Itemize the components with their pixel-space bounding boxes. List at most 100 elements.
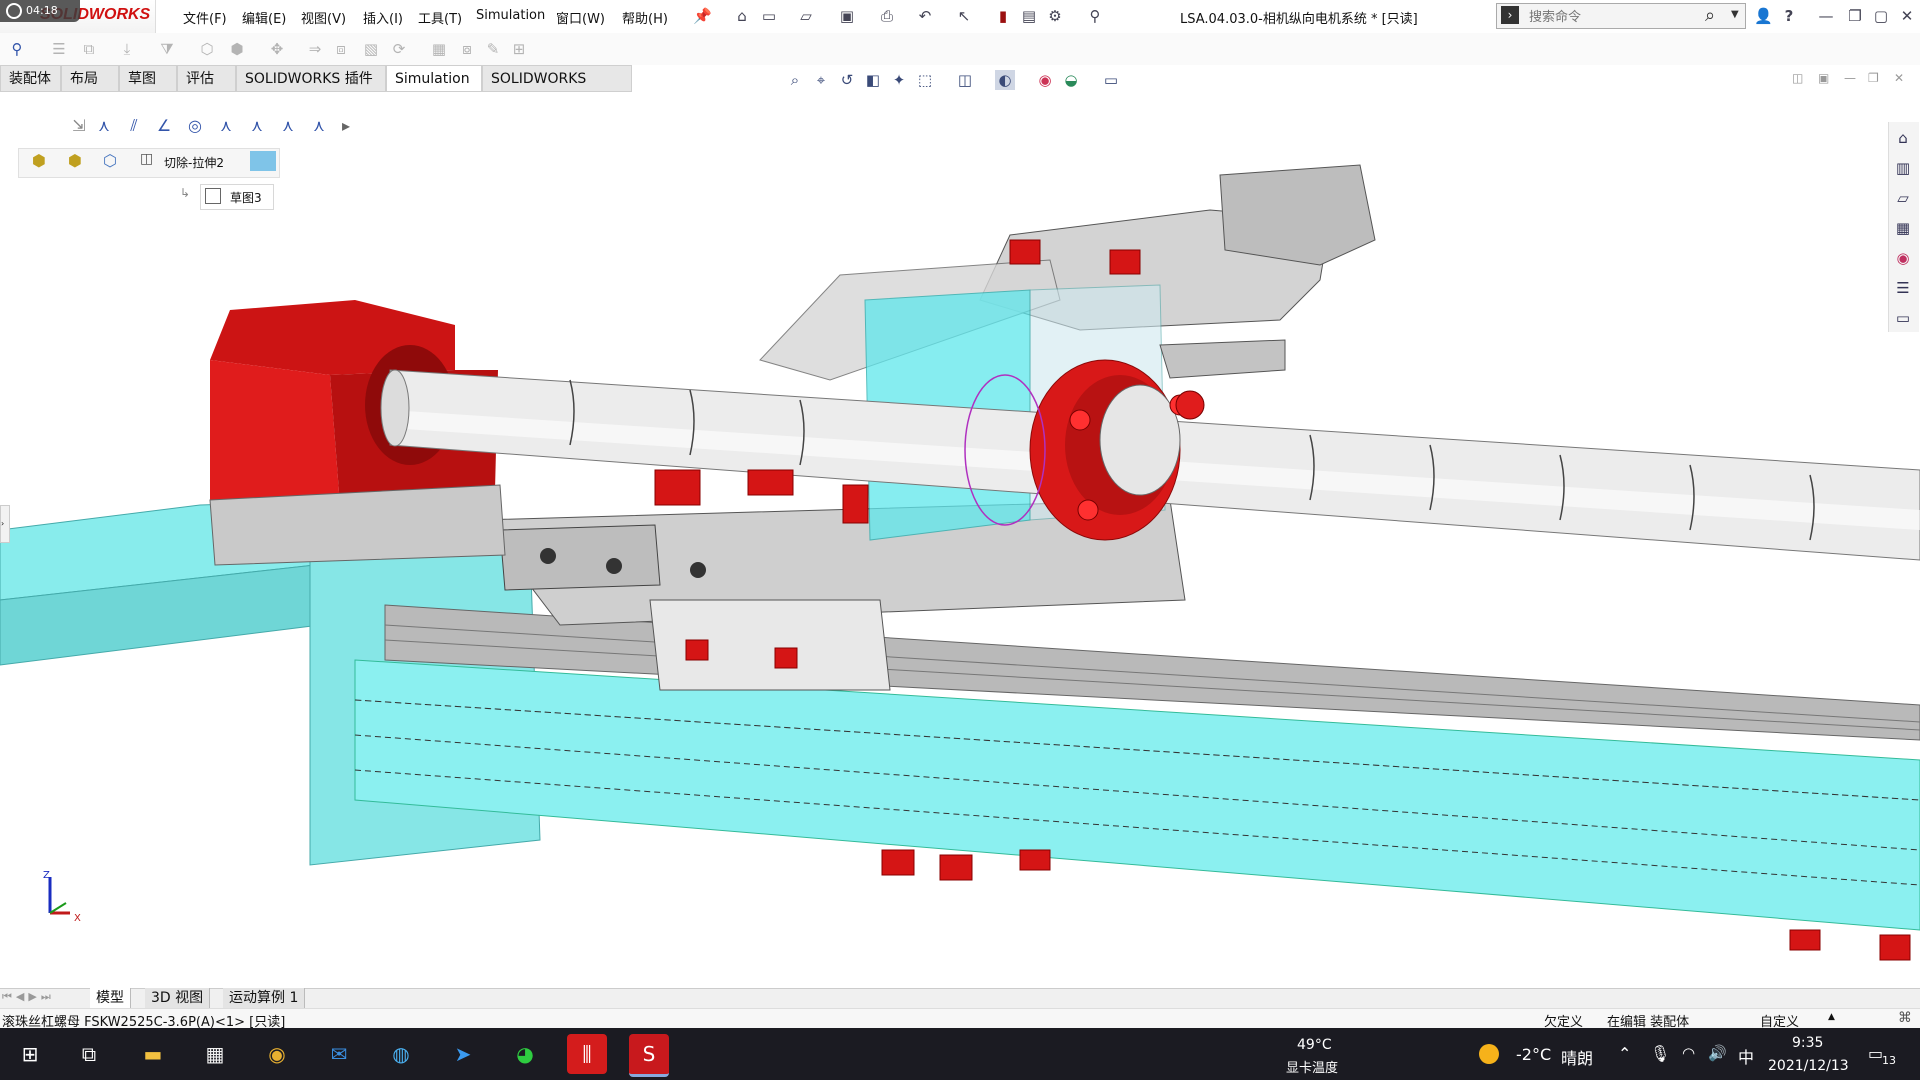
minimize-icon[interactable]: — — [1817, 7, 1835, 25]
menu-view[interactable]: 视图(V) — [301, 8, 346, 27]
user-icon[interactable]: 👤 — [1754, 7, 1773, 25]
start-icon[interactable]: ⊞ — [10, 1034, 50, 1074]
tab-3d-view[interactable]: 3D 视图 — [145, 988, 211, 1008]
rebuild-icon[interactable]: ▮ — [994, 7, 1012, 25]
tags-icon[interactable]: ⌘ — [1898, 1010, 1912, 1026]
layout-icon[interactable]: ⧈ — [332, 40, 350, 58]
doc-minimize-icon[interactable]: — — [1844, 71, 1856, 85]
view-palette-icon[interactable]: ▦ — [1893, 218, 1913, 238]
menu-window[interactable]: 窗口(W) — [556, 8, 605, 27]
restore-icon[interactable]: ❐ — [1846, 7, 1864, 25]
command-search[interactable]: › ⌕ ▼ — [1496, 3, 1746, 29]
tab-solidworks-addins[interactable]: SOLIDWORKS 插件 — [236, 65, 386, 92]
smart-select-icon[interactable]: ⚲ — [8, 40, 26, 58]
view-settings-icon[interactable]: ▭ — [1101, 70, 1121, 90]
previous-view-icon[interactable]: ↺ — [837, 70, 857, 90]
print-icon[interactable]: ⎙ — [878, 7, 896, 25]
tab-simulation[interactable]: Simulation — [386, 65, 482, 92]
filter-icon[interactable]: ⧩ — [158, 40, 176, 58]
move-icon[interactable]: ✥ — [268, 40, 286, 58]
clock-date[interactable]: 2021/12/13 — [1768, 1058, 1849, 1074]
custom-properties-icon[interactable]: ☰ — [1893, 278, 1913, 298]
appearances-icon[interactable]: ◉ — [1893, 248, 1913, 268]
breadcrumb-feature[interactable]: 切除-拉伸2 — [164, 154, 224, 171]
tab-assembly[interactable]: 装配体 — [0, 65, 61, 92]
menu-file[interactable]: 文件(F) — [183, 8, 227, 27]
display-style-icon[interactable]: ◫ — [955, 70, 975, 90]
tab-evaluate[interactable]: 评估 — [177, 65, 236, 92]
menu-help[interactable]: 帮助(H) — [622, 8, 668, 27]
recorder-app-icon[interactable]: ⫼ — [567, 1034, 607, 1074]
tab-scroll-arrows-icon[interactable]: ⏮◀▶⏭ — [2, 990, 55, 1004]
instant3d-icon[interactable]: ⧇ — [458, 40, 476, 58]
chrome-app-icon[interactable]: ◉ — [257, 1034, 297, 1074]
tile-view-icon[interactable]: ▣ — [1818, 71, 1829, 85]
apply-scene-icon[interactable]: ◒ — [1061, 70, 1081, 90]
settings-icon[interactable]: ⚙ — [1046, 7, 1064, 25]
tab-model[interactable]: 模型 — [90, 988, 131, 1008]
collaborate-icon[interactable]: ⚲ — [1086, 7, 1104, 25]
tab-layout[interactable]: 布局 — [61, 65, 119, 92]
insert-icon[interactable]: ⤓ — [118, 40, 136, 58]
arc-tool-icon-2[interactable]: ⋏ — [246, 115, 268, 137]
pattern-icon[interactable]: ⬢ — [228, 40, 246, 58]
arc-tool-icon-3[interactable]: ⋏ — [277, 115, 299, 137]
open-icon[interactable]: ▱ — [797, 7, 815, 25]
clock-time[interactable]: 9:35 — [1792, 1035, 1823, 1051]
search-input[interactable] — [1527, 7, 1711, 27]
mail-app-icon[interactable]: ✉ — [319, 1034, 359, 1074]
weather-temperature[interactable]: -2°C — [1516, 1045, 1551, 1064]
tab-solidworks-mbd[interactable]: SOLIDWORKS MBD — [482, 65, 632, 114]
file-explorer-icon[interactable]: ▱ — [1893, 188, 1913, 208]
bom-icon[interactable]: ▦ — [430, 40, 448, 58]
sketch-arrow-icon[interactable]: ⇲ — [68, 115, 90, 137]
doc-close-icon[interactable]: ✕ — [1894, 71, 1904, 85]
wifi-icon[interactable]: ◠ — [1682, 1044, 1695, 1062]
weather-description[interactable]: 晴朗 — [1561, 1045, 1593, 1069]
undo-icon[interactable]: ↶ — [916, 7, 934, 25]
home-icon[interactable]: ⌂ — [733, 7, 751, 25]
assembly-model[interactable] — [0, 93, 1920, 988]
menu-tools[interactable]: 工具(T) — [418, 8, 462, 27]
subassembly-icon[interactable]: ⬢ — [68, 151, 82, 170]
new-document-icon[interactable]: ▭ — [760, 7, 778, 25]
resources-home-icon[interactable]: ⌂ — [1893, 128, 1913, 148]
sketch-label[interactable]: 草图3 — [230, 189, 262, 206]
store-app-icon[interactable]: ▦ — [195, 1034, 235, 1074]
search-icon[interactable]: ⌕ — [1705, 5, 1715, 26]
pin-icon[interactable]: 📌 — [693, 7, 712, 25]
zoom-area-icon[interactable]: ⌖ — [811, 70, 831, 90]
angle-tool-icon[interactable]: ∠ — [153, 115, 175, 137]
volume-icon[interactable]: 🔊 — [1708, 1044, 1727, 1062]
menu-edit[interactable]: 编辑(E) — [242, 8, 286, 27]
forum-icon[interactable]: ▭ — [1893, 308, 1913, 328]
expand-arrow-icon[interactable]: ▸ — [335, 115, 357, 137]
solidworks-app-icon[interactable]: S — [629, 1034, 669, 1077]
menu-simulation[interactable]: Simulation — [476, 8, 545, 23]
weather-sun-icon[interactable] — [1479, 1044, 1499, 1064]
ime-indicator[interactable]: 中 — [1738, 1044, 1754, 1068]
edit-part-icon[interactable]: ✎ — [484, 40, 502, 58]
tab-motion-study[interactable]: 运动算例 1 — [223, 988, 306, 1008]
copy-icon[interactable]: ⧉ — [80, 40, 98, 58]
microphone-tray-icon[interactable]: 🎙 — [1650, 1044, 1670, 1063]
line-tool-icon[interactable]: ⋏ — [93, 115, 115, 137]
feishu-app-icon[interactable]: ➤ — [443, 1034, 483, 1074]
part-icon[interactable]: ⬡ — [103, 151, 117, 170]
split-view-icon[interactable]: ◫ — [1792, 71, 1803, 85]
file-explorer-app-icon[interactable]: ▬ — [133, 1034, 173, 1074]
select-icon[interactable]: ↖ — [955, 7, 973, 25]
view-orientation-icon[interactable]: ⬚ — [915, 70, 935, 90]
file-properties-icon[interactable]: ▤ — [1020, 7, 1038, 25]
design-library-icon[interactable]: ▥ — [1893, 158, 1913, 178]
units-chevron-icon[interactable]: ▲ — [1828, 1012, 1835, 1022]
hide-show-icon[interactable]: ◐ — [995, 70, 1015, 90]
chevron-down-icon[interactable]: ▼ — [1731, 9, 1739, 20]
hatch-tool-icon[interactable]: ⫽ — [123, 115, 145, 137]
circle-tool-icon[interactable]: ◎ — [184, 115, 206, 137]
assembly-icon[interactable]: ⬢ — [32, 151, 46, 170]
menu-insert[interactable]: 插入(I) — [363, 8, 403, 27]
zoom-to-fit-icon[interactable]: ⌕ — [785, 70, 805, 90]
arc-tool-icon-4[interactable]: ⋏ — [308, 115, 330, 137]
maximize-icon[interactable]: ▢ — [1872, 7, 1890, 25]
